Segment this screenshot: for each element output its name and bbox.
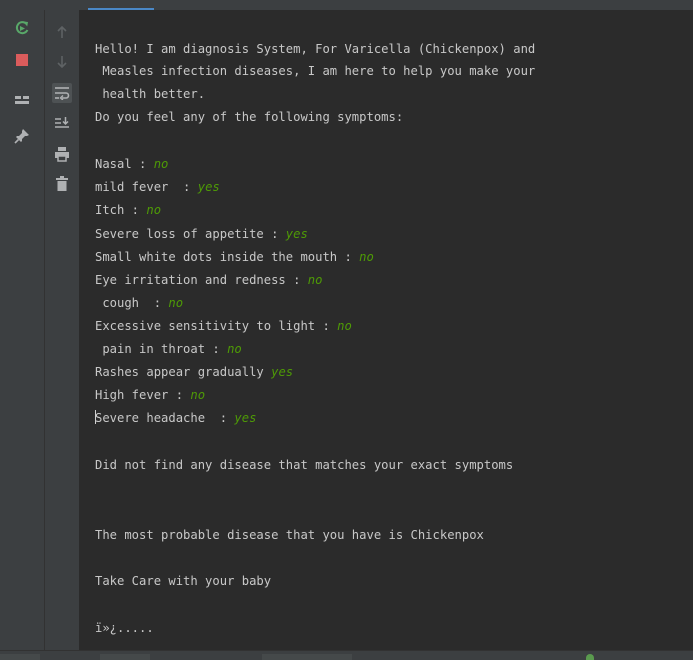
symptom-line: Severe headache : yes [95,407,256,429]
run-toolbar [0,10,45,650]
pin-icon[interactable] [12,126,32,146]
symptoms-prompt: Do you feel any of the following symptom… [95,110,404,124]
user-answer: no [146,203,162,217]
intro-line: Hello! I am diagnosis System, For Varice… [95,42,536,56]
user-answer: no [359,250,374,264]
symptom-question: Rashes appear gradually [95,365,272,379]
user-answer: yes [197,180,220,194]
layout-icon[interactable] [12,90,32,110]
symptom-question: Severe headache : [95,411,235,425]
bottom-tool-bar [0,650,693,660]
soft-wrap-icon[interactable] [52,83,72,103]
user-answer: yes [285,227,308,241]
symptom-line: mild fever : yes [95,176,220,198]
user-answer: no [337,319,352,333]
intro-line: health better. [95,87,206,101]
tool-window-header [0,0,693,11]
intro-line: Measles infection diseases, I am here to… [95,64,536,78]
stop-icon[interactable] [12,50,32,70]
symptom-question: Itch : [95,203,147,217]
symptom-line: Eye irritation and redness : no [95,269,322,291]
symptom-question: Nasal : [95,157,154,171]
symptom-line: cough : no [95,292,183,314]
print-icon[interactable] [52,144,72,164]
user-answer: no [153,157,169,171]
scroll-to-end-icon[interactable] [52,113,72,133]
console-output[interactable]: Hello! I am diagnosis System, For Varice… [80,10,693,650]
symptom-question: High fever : [95,388,191,402]
symptom-line: pain in throat : no [95,338,242,360]
symptom-line: Nasal : no [95,153,168,175]
bottom-tab[interactable] [262,654,352,660]
symptom-line: Severe loss of appetite : yes [95,223,308,245]
user-answer: no [307,273,323,287]
symptom-question: Small white dots inside the mouth : [95,250,360,264]
symptom-line: High fever : no [95,384,205,406]
symptom-line: Small white dots inside the mouth : no [95,246,374,268]
probable-disease-result: The most probable disease that you have … [95,528,484,542]
bottom-tab[interactable] [0,654,40,660]
closing-message: Take Care with your baby [95,574,272,588]
symptom-question: pain in throat : [95,342,228,356]
symptom-line: Excessive sensitivity to light : no [95,315,352,337]
user-answer: no [168,296,184,310]
run-tool-window: Hello! I am diagnosis System, For Varice… [0,0,693,660]
symptom-question: Eye irritation and redness : [95,273,308,287]
status-indicator-icon [586,654,594,660]
trailing-output: ï»¿..... [95,621,154,635]
user-answer: yes [271,365,294,379]
rerun-icon[interactable] [12,18,32,38]
no-match-result: Did not find any disease that matches yo… [95,458,514,472]
symptom-question: Excessive sensitivity to light : [95,319,338,333]
up-arrow-icon[interactable] [52,22,72,42]
user-answer: no [190,388,206,402]
user-answer: no [227,342,242,356]
symptom-question: Severe loss of appetite : [95,227,286,241]
symptom-question: cough : [95,296,169,310]
console-toolbar [45,10,80,650]
symptom-line: Itch : no [95,199,161,221]
symptom-question: mild fever : [95,180,198,194]
bottom-tab[interactable] [100,654,150,660]
down-arrow-icon[interactable] [52,52,72,72]
symptom-line: Rashes appear gradually yes [95,361,293,383]
trash-icon[interactable] [52,174,72,194]
user-answer: yes [234,411,257,425]
